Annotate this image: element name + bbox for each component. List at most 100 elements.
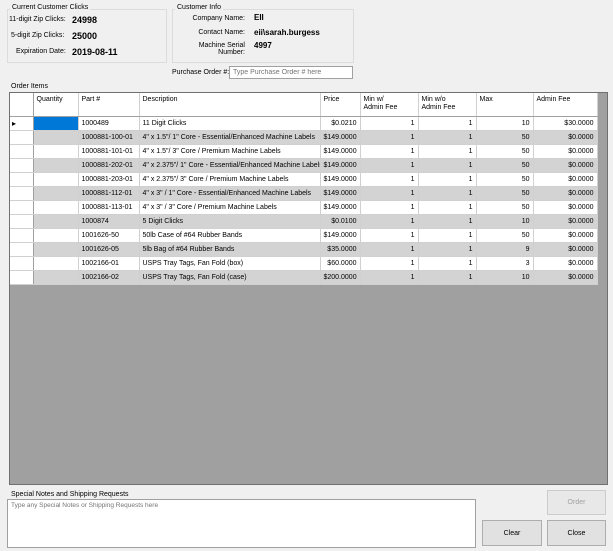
order-button[interactable]: Order [547,490,606,515]
cell-description: 4" x 1.5"/ 1" Core - Essential/Enhanced … [139,130,321,145]
row-header[interactable] [10,200,34,215]
cell-quantity[interactable] [33,270,79,285]
cell-admin-fee: $0.0000 [533,270,598,285]
cell-price: $149.0000 [320,144,361,159]
table-row[interactable]: 1000881-112-01 4" x 3" / 1" Core - Essent… [10,186,598,201]
cell-description: 11 Digit Clicks [139,116,321,131]
table-row[interactable]: 1002166-02 USPS Tray Tags, Fan Fold (case… [10,270,598,285]
cell-admin-fee: $0.0000 [533,200,598,215]
clear-button[interactable]: Clear [482,520,542,546]
cell-quantity[interactable] [33,186,79,201]
cell-min-wo: 1 [418,144,477,159]
table-row[interactable]: 1001626-05 5lb Bag of #64 Rubber Bands $35… [10,242,598,257]
col-header-min-w[interactable]: Min w/Admin Fee [360,93,419,117]
cell-quantity[interactable] [33,130,79,145]
cell-max: 50 [476,158,534,173]
row-header[interactable] [10,158,34,173]
serial-label: Machine Serial Number: [198,42,245,56]
table-row[interactable]: 1002166-01 USPS Tray Tags, Fan Fold (box)… [10,256,598,271]
cell-price: $60.0000 [320,256,361,271]
cell-quantity[interactable] [33,242,79,257]
cell-quantity[interactable] [33,228,79,243]
close-button[interactable]: Close [547,520,606,546]
table-row[interactable]: 1000874 5 Digit Clicks $0.0100 1 1 10 $0.0000 [10,214,598,229]
cell-max: 10 [476,270,534,285]
cell-min-w: 1 [360,200,419,215]
cell-admin-fee: $0.0000 [533,172,598,187]
cell-part: 1000881-101-01 [78,144,140,159]
table-row[interactable]: 1000881-203-01 4" x 2.375"/ 3" Core / Pre… [10,172,598,187]
cell-min-w: 1 [360,144,419,159]
cell-min-wo: 1 [418,256,477,271]
cell-description: 5 Digit Clicks [139,214,321,229]
col-header-max[interactable]: Max [476,93,534,117]
cell-min-w: 1 [360,116,419,131]
cell-min-w: 1 [360,130,419,145]
cell-part: 1001626-05 [78,242,140,257]
row-header[interactable] [10,144,34,159]
row-header[interactable] [10,172,34,187]
table-row[interactable]: 1001626-50 50lb Case of #64 Rubber Bands $… [10,228,598,243]
cell-quantity[interactable] [33,158,79,173]
cell-quantity[interactable] [33,144,79,159]
cell-part: 1000874 [78,214,140,229]
cell-admin-fee: $0.0000 [533,228,598,243]
row-header[interactable] [10,130,34,145]
table-row[interactable]: 1000881-101-01 4" x 1.5"/ 3" Core / Premi… [10,144,598,159]
cell-part: 1000489 [78,116,140,131]
po-input[interactable] [229,66,353,79]
col-header-description[interactable]: Description [139,93,321,117]
row-header[interactable] [10,214,34,229]
cell-admin-fee: $0.0000 [533,144,598,159]
table-row[interactable]: 1000881-202-01 4" x 2.375"/ 1" Core - Ess… [10,158,598,173]
cell-min-w: 1 [360,256,419,271]
row-header[interactable] [10,228,34,243]
col-header-min-wo[interactable]: Min w/o Admin Fee [418,93,477,117]
cell-quantity[interactable] [33,214,79,229]
cell-max: 10 [476,214,534,229]
cell-admin-fee: $0.0000 [533,256,598,271]
cell-quantity[interactable] [33,116,79,131]
row-header[interactable] [10,256,34,271]
notes-textarea[interactable] [7,499,476,548]
col-header-admin-fee[interactable]: Admin Fee [533,93,598,117]
row-header[interactable] [10,186,34,201]
cell-price: $149.0000 [320,158,361,173]
cell-price: $0.0210 [320,116,361,131]
cell-min-wo: 1 [418,158,477,173]
order-items-grid[interactable]: Quantity Part # Description Price Min w/… [9,92,608,485]
row-header[interactable] [10,242,34,257]
table-row[interactable]: 1000881-113-01 4" x 3" / 3" Core / Premiu… [10,200,598,215]
order-items-table: Quantity Part # Description Price Min w/… [10,93,598,285]
cell-price: $149.0000 [320,172,361,187]
cell-quantity[interactable] [33,256,79,271]
table-row[interactable]: 1000881-100-01 4" x 1.5"/ 1" Core - Essen… [10,130,598,145]
row-header[interactable]: ▸ [10,116,34,131]
col-header-price[interactable]: Price [320,93,361,117]
cell-min-wo: 1 [418,116,477,131]
cell-max: 50 [476,144,534,159]
cell-max: 50 [476,228,534,243]
customer-group-title: Customer Info [175,4,223,11]
digit11-label: 11-digit Zip Clicks: [9,16,66,23]
cell-quantity[interactable] [33,200,79,215]
col-header-part[interactable]: Part # [78,93,140,117]
cell-min-w: 1 [360,186,419,201]
cell-max: 50 [476,172,534,187]
cell-max: 50 [476,186,534,201]
table-row[interactable]: ▸ 1000489 11 Digit Clicks $0.0210 1 1 10 $30.00… [10,116,598,131]
cell-min-w: 1 [360,214,419,229]
cell-description: 50lb Case of #64 Rubber Bands [139,228,321,243]
cell-part: 1001626-50 [78,228,140,243]
cell-max: 50 [476,200,534,215]
cell-quantity[interactable] [33,172,79,187]
grid-header-row: Quantity Part # Description Price Min w/… [10,93,598,117]
company-value: EII [254,13,264,22]
notes-title: Special Notes and Shipping Requests [11,491,129,498]
row-header[interactable] [10,270,34,285]
cell-description: USPS Tray Tags, Fan Fold (box) [139,256,321,271]
cell-min-wo: 1 [418,270,477,285]
cell-admin-fee: $0.0000 [533,214,598,229]
col-header-quantity[interactable]: Quantity [33,93,79,117]
cell-part: 1000881-100-01 [78,130,140,145]
